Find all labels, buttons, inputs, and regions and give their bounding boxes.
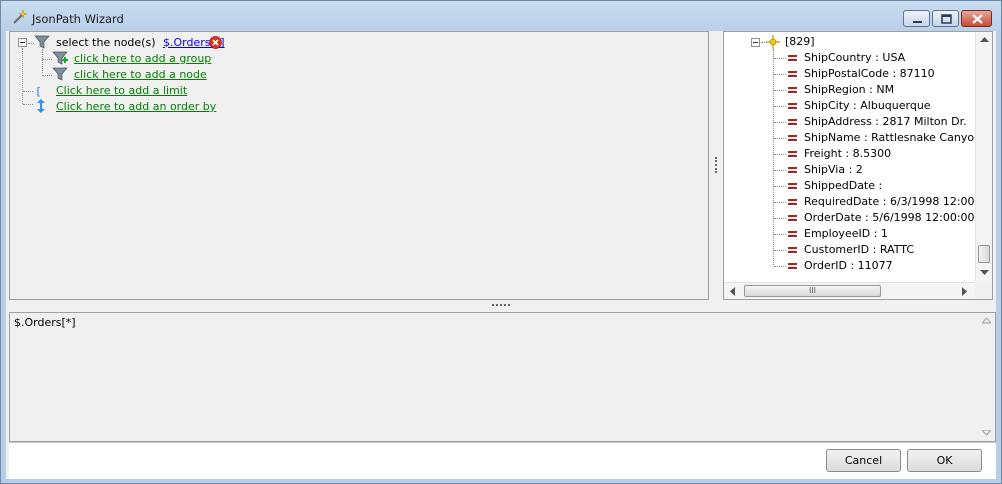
json-property-item[interactable]: ShipName : Rattlesnake Canyon Gr [804, 130, 974, 146]
property-icon [788, 103, 797, 109]
scroll-up-arrow-icon[interactable] [980, 37, 989, 43]
property-icon [788, 135, 797, 141]
property-icon [788, 167, 797, 173]
tree-line [774, 122, 786, 123]
json-property-item[interactable]: ShipAddress : 2817 Milton Dr. [804, 114, 974, 130]
tree-line [774, 218, 786, 219]
json-property-item[interactable]: EmployeeID : 1 [804, 226, 974, 242]
ok-button[interactable]: OK [907, 449, 982, 472]
expression-text: $.Orders[*] [14, 316, 76, 329]
json-property-item[interactable]: RequiredDate : 6/3/1998 12:00:00 [804, 194, 974, 210]
expression-scrollbar[interactable] [978, 313, 995, 441]
query-builder-tree[interactable]: select the node(s) $.Orders[*] click her… [9, 31, 709, 300]
property-icon [788, 55, 797, 61]
minimize-icon [913, 21, 922, 23]
json-property-item[interactable]: ShipCountry : USA [804, 50, 974, 66]
horizontal-scroll-thumb[interactable]: III [744, 285, 881, 297]
tree-line [774, 154, 786, 155]
property-icon [788, 215, 797, 221]
collapse-toggle[interactable] [751, 38, 760, 47]
minimize-button[interactable] [903, 10, 930, 27]
add-node-link[interactable]: click here to add a node [74, 67, 207, 83]
tree-line [22, 48, 23, 104]
maximize-icon [941, 14, 952, 24]
json-data-tree[interactable]: [829] ShipCountry : USA ShipPostalCode : … [723, 31, 993, 300]
jsonpath-wizard-window: JsonPath Wizard select the node(s) $.Ord… [0, 0, 1002, 484]
maximize-button[interactable] [932, 10, 959, 27]
horizontal-scrollbar[interactable]: III [724, 282, 976, 299]
select-node-row: select the node(s) $.Orders[*] [56, 35, 225, 51]
tree-line [42, 49, 43, 73]
tree-line [774, 186, 786, 187]
add-limit-link[interactable]: Click here to add a limit [56, 83, 187, 99]
tree-line [774, 74, 786, 75]
json-property-item[interactable]: ShipRegion : NM [804, 82, 974, 98]
tree-line [23, 91, 33, 92]
horizontal-splitter-grip[interactable] [492, 304, 510, 306]
tree-line [42, 75, 52, 76]
property-icon [788, 87, 797, 93]
tree-line [42, 59, 52, 60]
property-icon [788, 247, 797, 253]
json-property-item[interactable]: ShipVia : 2 [804, 162, 974, 178]
array-index-label: [829] [785, 35, 815, 48]
tree-line [774, 138, 786, 139]
tree-line [774, 202, 786, 203]
scroll-up-arrow-icon[interactable] [982, 318, 991, 324]
json-property-item[interactable]: CustomerID : RATTC [804, 242, 974, 258]
vertical-splitter-grip[interactable] [715, 157, 717, 173]
tree-line [774, 170, 786, 171]
property-icon [788, 119, 797, 125]
property-icon [788, 151, 797, 157]
json-property-item[interactable]: ShipPostalCode : 87110 [804, 66, 974, 82]
json-property-item[interactable]: OrderDate : 5/6/1998 12:00:00 AM [804, 210, 974, 226]
window-title: JsonPath Wizard [32, 12, 124, 26]
title-bar[interactable]: JsonPath Wizard [1, 1, 1001, 31]
magic-wand-icon [13, 9, 27, 24]
tree-line [773, 49, 774, 265]
close-button[interactable] [961, 10, 992, 27]
scroll-right-arrow-icon[interactable] [962, 287, 968, 296]
caption-buttons [903, 10, 992, 27]
property-icon [788, 199, 797, 205]
json-property-item[interactable]: Freight : 8.5300 [804, 146, 974, 162]
button-bar: Cancel OK [9, 442, 996, 479]
add-group-link[interactable]: click here to add a group [74, 51, 211, 67]
property-icon [788, 71, 797, 77]
scroll-down-arrow-icon[interactable] [982, 430, 991, 436]
select-label: select the node(s) [56, 36, 156, 49]
vertical-scroll-thumb[interactable] [978, 245, 990, 263]
collapse-toggle[interactable] [18, 38, 27, 47]
property-icon [788, 231, 797, 237]
scrollbar-corner [975, 282, 992, 299]
property-icon [788, 183, 797, 189]
add-group-funnel-icon [52, 51, 68, 65]
tree-line [774, 90, 786, 91]
json-property-item[interactable]: ShipCity : Albuquerque [804, 98, 974, 114]
dialog-client-area: select the node(s) $.Orders[*] click her… [6, 31, 996, 479]
tree-line [23, 104, 33, 105]
funnel-filter-icon [34, 35, 50, 49]
tree-line [774, 266, 786, 267]
tree-line [774, 250, 786, 251]
tree-line [774, 58, 786, 59]
close-icon [972, 14, 983, 24]
property-icon [788, 263, 797, 269]
array-element-icon [766, 35, 780, 49]
svg-text:[ ]: [ ] [35, 85, 49, 98]
sort-arrows-icon [37, 99, 45, 113]
add-order-by-link[interactable]: Click here to add an order by [56, 99, 216, 115]
cancel-button[interactable]: Cancel [826, 449, 901, 472]
delete-icon[interactable] [209, 36, 222, 49]
scroll-left-arrow-icon[interactable] [730, 287, 736, 296]
add-node-funnel-icon [52, 67, 68, 81]
scroll-down-arrow-icon[interactable] [980, 270, 989, 276]
vertical-scrollbar[interactable] [975, 32, 992, 282]
tree-line [774, 234, 786, 235]
tree-line [774, 106, 786, 107]
json-property-item[interactable]: OrderID : 11077 [804, 258, 974, 274]
limit-brackets-icon: [ ] [35, 85, 49, 98]
json-property-item[interactable]: ShippedDate : [804, 178, 974, 194]
jsonpath-expression-box[interactable]: $.Orders[*] [9, 312, 996, 442]
